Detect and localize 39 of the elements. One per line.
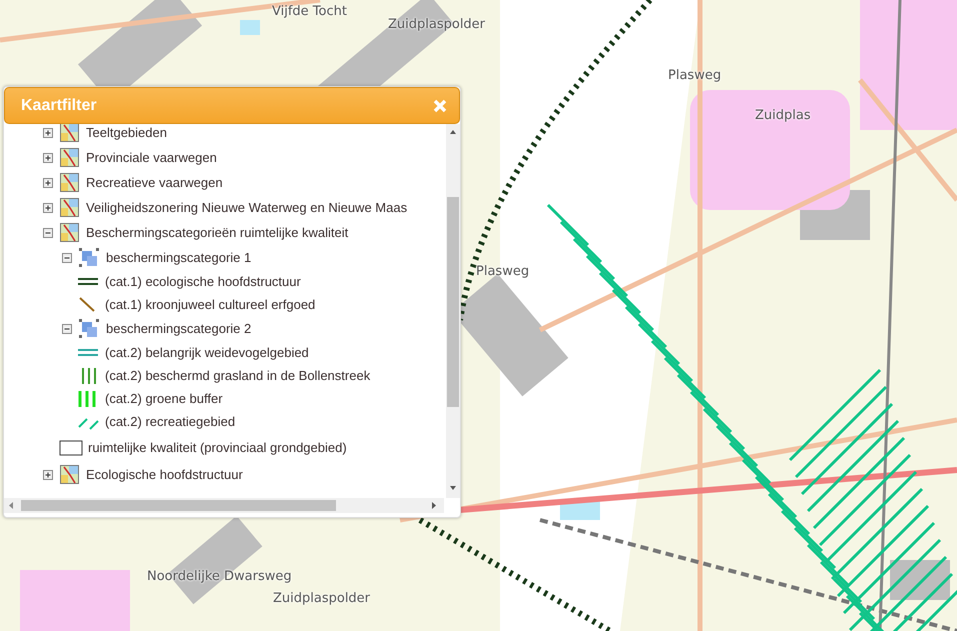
layer-label[interactable]: Teeltgebieden [86,125,167,140]
map-label: Vijfde Tocht [272,4,347,19]
legend-label: (cat.1) ecologische hoofdstructuur [105,274,301,289]
map-icon [60,173,79,192]
map-icon [60,124,79,142]
layer-group-icon [79,248,99,267]
legend-label: (cat.2) groene buffer [105,391,223,406]
map-icon [60,148,79,167]
map-icon [60,223,79,242]
layer-label[interactable]: beschermingscategorie 1 [106,250,252,265]
minus-icon[interactable] [62,252,72,262]
map-label: Plasweg [668,68,722,83]
layer-label[interactable]: Provinciale vaarwegen [86,150,217,165]
layer-group-icon [79,319,99,338]
map-label: Zuidplaspolder [388,17,486,32]
plus-icon[interactable] [43,470,53,480]
legend-label: (cat.2) recreatiegebied [105,414,236,429]
map-label: Plasweg [476,264,530,279]
layer-label[interactable]: beschermingscategorie 2 [106,321,252,336]
legend-label: (cat.2) beschermd grasland in de Bollenstreek [105,368,370,383]
plus-icon[interactable] [43,178,53,188]
legend-label: (cat.2) belangrijk weidevogelgebied [105,345,309,360]
plus-icon[interactable] [43,202,53,212]
layer-label[interactable]: Veiligheidszonering Nieuwe Waterweg en Nieuwe Maas [86,200,408,215]
layer-label[interactable]: Beschermingscategorieën ruimtelijke kwaliteit [86,225,348,240]
map-label: Noordelijke Dwarsweg [147,569,292,584]
legend-label: ruimtelijke kwaliteit (provinciaal grondgebied) [88,440,347,455]
plus-icon[interactable] [43,152,53,162]
legend-label: (cat.1) kroonjuweel cultureel erfgoed [105,297,316,312]
map-icon [60,465,79,484]
map-icon [60,198,79,217]
map-label: Zuidplaspolder [273,591,370,606]
map-label: Zuidplas [755,108,811,123]
layer-label[interactable]: Recreatieve vaarwegen [86,175,223,190]
minus-icon[interactable] [43,228,53,238]
plus-icon[interactable] [43,128,53,138]
panel-title: Kaartfilter [21,96,97,114]
minus-icon[interactable] [62,324,72,334]
layer-label[interactable]: Ecologische hoofdstructuur [86,467,243,482]
